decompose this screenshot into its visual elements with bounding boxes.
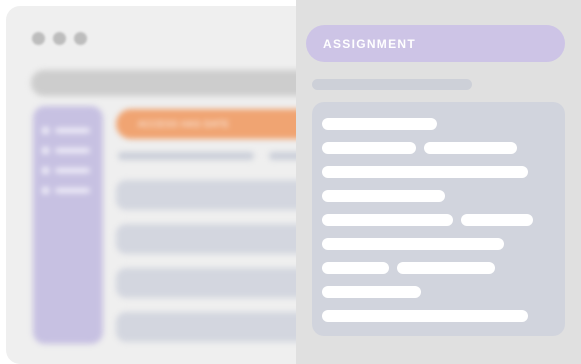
list-row: [116, 180, 316, 210]
notice-banner: ACCESS HAS DATE: [116, 109, 316, 139]
text-line-placeholder: [322, 262, 389, 274]
sidebar-item: [42, 166, 90, 174]
text-line-placeholder: [322, 190, 445, 202]
text-line-placeholder: [322, 142, 416, 154]
text-line-placeholder: [322, 238, 504, 250]
sidebar-item: [42, 186, 90, 194]
sidebar-item: [42, 146, 90, 154]
list-row: [116, 268, 316, 298]
text-line-placeholder: [322, 286, 421, 298]
assignment-header: ASSIGNMENT: [306, 25, 565, 62]
text-line-placeholder: [461, 214, 533, 226]
list-row: [116, 224, 316, 254]
assignment-subtitle-placeholder: [312, 79, 472, 90]
window-control-dot[interactable]: [74, 32, 87, 45]
placeholder-line: [118, 152, 254, 160]
window-control-dot[interactable]: [32, 32, 45, 45]
text-line-placeholder: [322, 166, 528, 178]
text-line-placeholder: [322, 118, 437, 130]
list-row: [116, 312, 316, 342]
assignment-title: ASSIGNMENT: [323, 36, 417, 51]
address-bar: [31, 70, 331, 96]
window-control-dot[interactable]: [53, 32, 66, 45]
text-line-placeholder: [322, 310, 528, 322]
sidebar: [33, 106, 103, 344]
text-line-placeholder: [322, 214, 453, 226]
text-line-placeholder: [424, 142, 517, 154]
sidebar-item: [42, 126, 90, 134]
text-line-placeholder: [397, 262, 495, 274]
